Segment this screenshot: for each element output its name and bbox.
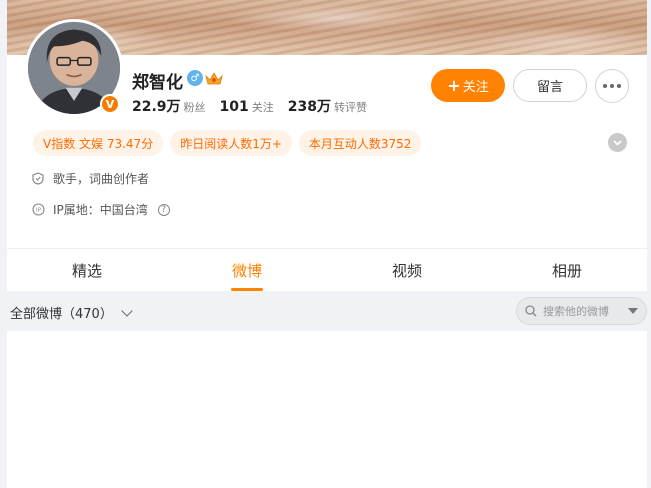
dot-icon <box>610 84 614 88</box>
help-icon[interactable]: ? <box>157 203 170 216</box>
tab-albums[interactable]: 相册 <box>487 249 647 291</box>
feed-filter-label: 全部微博（470） <box>10 307 113 322</box>
message-button[interactable]: 留言 <box>513 69 587 102</box>
ip-location-row: IP IP属地：中国台湾 ? <box>31 201 170 218</box>
stat-interactions: 238万 转评赞 <box>287 99 368 115</box>
profile-stats: 22.9万 粉丝 101 关注 238万 转评赞 <box>132 96 367 116</box>
shield-icon <box>31 172 45 186</box>
dot-icon <box>617 84 621 88</box>
svg-text:IP: IP <box>36 208 42 214</box>
tab-videos[interactable]: 视频 <box>327 249 487 291</box>
tag-v-index[interactable]: V指数 文娱 73.47分 <box>33 130 164 156</box>
male-icon: ♂ <box>187 70 203 86</box>
profile-name: 郑智化 <box>132 73 183 93</box>
profile-tags: V指数 文娱 73.47分 昨日阅读人数1万+ 本月互动人数3752 <box>33 130 422 156</box>
profile-tabs: 精选 微博 视频 相册 <box>7 248 647 291</box>
verified-badge-icon: V <box>100 94 120 114</box>
chevron-down-icon <box>121 304 133 317</box>
more-options-button[interactable] <box>595 69 629 103</box>
tab-weibo[interactable]: 微博 <box>167 249 327 291</box>
ip-icon: IP <box>31 203 45 217</box>
tab-featured[interactable]: 精选 <box>7 249 167 291</box>
search-icon <box>525 305 537 317</box>
caret-down-icon[interactable] <box>628 308 638 314</box>
bio-text: 歌手，词曲创作者 <box>53 172 150 186</box>
crown-icon[interactable] <box>205 71 223 86</box>
chevron-down-icon[interactable] <box>608 133 627 152</box>
follow-label: 关注 <box>462 80 489 95</box>
feed-content-area <box>7 331 647 488</box>
feed-search[interactable] <box>516 297 647 325</box>
plus-icon: + <box>447 75 461 95</box>
dot-icon <box>603 84 607 88</box>
tag-monthly-interactions[interactable]: 本月互动人数3752 <box>298 130 422 156</box>
feed-filter-dropdown[interactable]: 全部微博（470） <box>10 303 133 322</box>
stat-following[interactable]: 101 关注 <box>220 96 274 115</box>
tag-daily-readers[interactable]: 昨日阅读人数1万+ <box>170 130 292 156</box>
stat-fans[interactable]: 22.9万 粉丝 <box>132 96 206 116</box>
bio-row: 歌手，词曲创作者 <box>31 170 149 187</box>
follow-button[interactable]: + 关注 <box>431 69 505 102</box>
search-input[interactable] <box>543 304 623 318</box>
ip-location-text: IP属地：中国台湾 <box>53 203 148 217</box>
